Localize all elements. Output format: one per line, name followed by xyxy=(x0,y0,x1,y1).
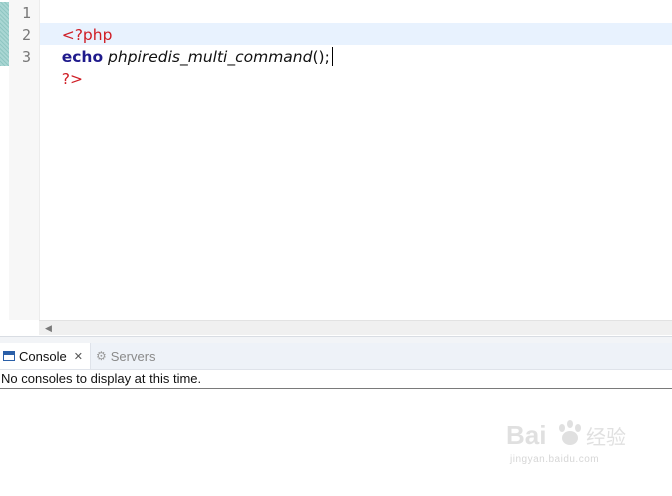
watermark-url: jingyan.baidu.com xyxy=(510,454,600,465)
console-view: No consoles to display at this time. xyxy=(0,370,672,389)
console-empty-message: No consoles to display at this time. xyxy=(1,371,202,386)
line-number: 2 xyxy=(21,26,31,44)
change-ruler xyxy=(0,2,9,66)
php-close-tag: ?> xyxy=(61,70,83,88)
tab-console-label: Console xyxy=(19,348,67,364)
horizontal-scrollbar[interactable]: ◀ xyxy=(39,320,672,335)
tab-servers[interactable]: ⚙ Servers xyxy=(96,343,156,369)
text-caret xyxy=(331,47,333,66)
line-number: 3 xyxy=(21,48,31,66)
code-line-2[interactable]: echo phpiredis_multi_command(); xyxy=(42,24,333,90)
pane-separator[interactable] xyxy=(0,336,672,343)
watermark-brand: Bai xyxy=(506,420,546,450)
watermark-brand-cn: 经验 xyxy=(586,425,626,449)
tab-servers-label: Servers xyxy=(110,348,156,364)
servers-icon: ⚙ xyxy=(96,349,107,363)
baidu-paw-logo-icon: Bai 经验 xyxy=(506,420,626,450)
line-number-gutter: 1 2 3 xyxy=(9,0,40,320)
bottom-panel-tabs: Console ✕ ⚙ Servers xyxy=(0,343,672,370)
close-icon[interactable]: ✕ xyxy=(74,350,83,363)
function-name: phpiredis_multi_command xyxy=(108,48,313,66)
console-icon xyxy=(3,351,15,361)
baidu-watermark: Bai 经验 jingyan.baidu.com xyxy=(504,404,634,474)
scroll-left-arrow-icon[interactable]: ◀ xyxy=(45,324,52,333)
line-number: 1 xyxy=(21,4,31,22)
code-editor[interactable]: 1 2 3 <?php echo phpiredis_multi_command… xyxy=(0,0,672,320)
code-line-3[interactable]: ?> xyxy=(42,46,83,112)
tab-console[interactable]: Console ✕ xyxy=(0,343,91,369)
call-parens: (); xyxy=(312,48,330,66)
